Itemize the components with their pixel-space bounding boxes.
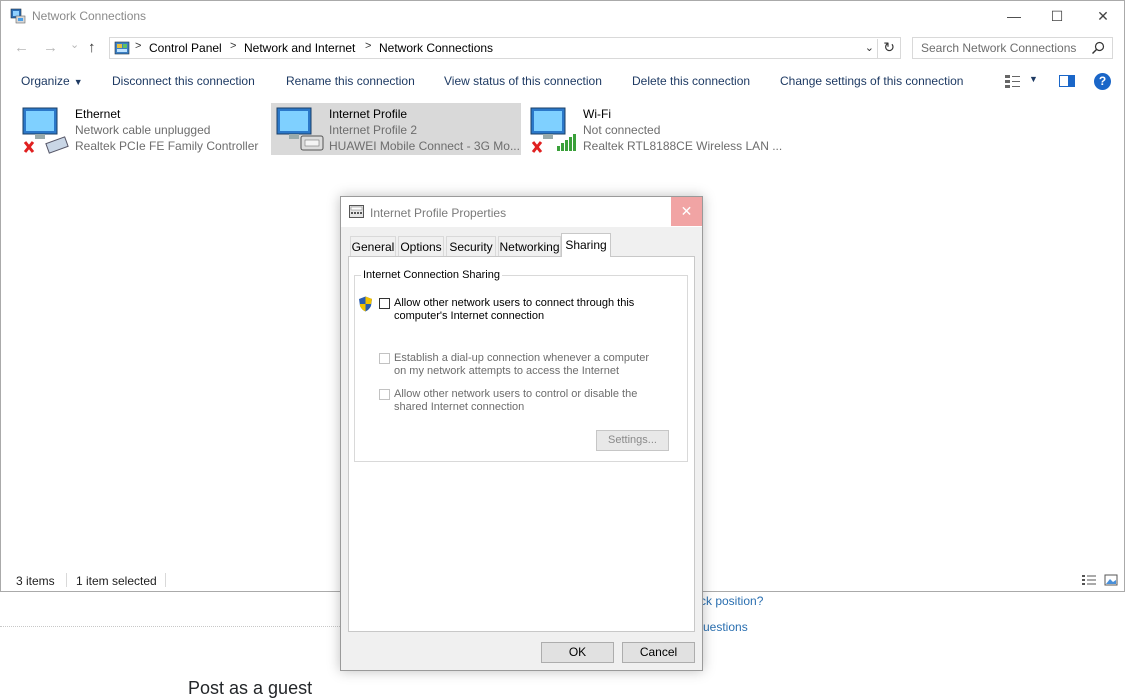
status-divider xyxy=(165,573,166,587)
address-bar[interactable]: > Control Panel > Network and Internet >… xyxy=(109,37,901,59)
dialup-checkbox[interactable] xyxy=(379,353,390,364)
connection-name: Ethernet xyxy=(75,107,121,121)
view-status-button[interactable]: View status of this connection xyxy=(444,74,602,88)
allow-control-checkbox[interactable] xyxy=(379,389,390,400)
help-icon[interactable]: ? xyxy=(1094,73,1111,90)
close-button[interactable]: ✕ xyxy=(1080,1,1126,32)
dialog-close-button[interactable]: ✕ xyxy=(671,197,702,226)
selection-count: 1 item selected xyxy=(76,574,157,588)
organize-button[interactable]: Organize ▼ xyxy=(21,74,83,88)
dialup-label: Establish a dial-up connection whenever … xyxy=(394,352,649,377)
properties-dialog: Internet Profile Properties ✕ General Op… xyxy=(340,196,703,671)
tab-security[interactable]: Security xyxy=(446,236,496,256)
connection-ethernet[interactable]: Ethernet Network cable unplugged Realtek… xyxy=(17,103,259,155)
navigation-bar: ← → ⌄ ↑ > Control Panel > Network and In… xyxy=(1,35,1124,61)
uac-shield-icon xyxy=(359,296,372,312)
connection-wifi[interactable]: Wi-Fi Not connected Realtek RTL8188CE Wi… xyxy=(525,103,782,155)
delete-button[interactable]: Delete this connection xyxy=(632,74,750,88)
breadcrumb-network-and-internet[interactable]: Network and Internet xyxy=(244,41,355,55)
background-link-questions[interactable]: uestions xyxy=(703,620,748,634)
breadcrumb-control-panel[interactable]: Control Panel xyxy=(149,41,222,55)
background-heading: Post as a guest xyxy=(188,678,313,698)
minimize-button[interactable]: — xyxy=(991,1,1037,32)
large-icons-view-icon[interactable] xyxy=(1104,574,1118,586)
recent-locations-icon[interactable]: ⌄ xyxy=(70,38,79,51)
rename-button[interactable]: Rename this connection xyxy=(286,74,415,88)
back-arrow-icon[interactable]: ← xyxy=(14,39,29,56)
connection-device: Realtek RTL8188CE Wireless LAN ... xyxy=(583,139,783,153)
allow-control-label: Allow other network users to control or … xyxy=(394,388,638,413)
breadcrumb-separator[interactable]: > xyxy=(230,40,236,52)
title-bar: Network Connections — ☐ ✕ xyxy=(1,1,1124,32)
connection-status: Internet Profile 2 xyxy=(329,123,418,137)
preview-pane-icon[interactable] xyxy=(1058,73,1076,89)
search-icon[interactable] xyxy=(1091,41,1105,55)
breadcrumb-network-connections[interactable]: Network Connections xyxy=(379,41,493,55)
allow-sharing-checkbox[interactable] xyxy=(379,298,390,309)
view-options-icon[interactable] xyxy=(1004,73,1022,89)
allow-sharing-label: Allow other network users to connect thr… xyxy=(394,297,635,322)
modem-icon xyxy=(349,205,364,218)
sharing-panel: Internet Connection Sharing Allow other … xyxy=(348,256,695,632)
window-title: Network Connections xyxy=(32,9,147,23)
ok-button[interactable]: OK xyxy=(541,642,614,663)
maximize-button[interactable]: ☐ xyxy=(1034,1,1080,32)
dialog-title-bar: Internet Profile Properties ✕ xyxy=(341,197,702,227)
caret-down-icon: ▼ xyxy=(73,77,83,87)
forward-arrow-icon[interactable]: → xyxy=(43,39,58,56)
breadcrumb-separator: > xyxy=(135,40,142,52)
organize-label: Organize xyxy=(21,74,70,88)
connection-name: Wi-Fi xyxy=(583,107,611,121)
items-count: 3 items xyxy=(16,574,55,588)
settings-button[interactable]: Settings... xyxy=(596,430,669,451)
connection-status: Not connected xyxy=(583,123,661,137)
control-panel-icon xyxy=(114,41,130,55)
search-input[interactable]: Search Network Connections xyxy=(921,41,1076,55)
network-connections-icon xyxy=(10,8,26,24)
connection-internet-profile[interactable]: Internet Profile Internet Profile 2 HUAW… xyxy=(271,103,521,155)
details-view-icon[interactable] xyxy=(1081,574,1097,586)
tab-options[interactable]: Options xyxy=(398,236,444,256)
command-bar: Organize ▼ Disconnect this connection Ren… xyxy=(1,67,1124,97)
breadcrumb-separator[interactable]: > xyxy=(365,40,371,52)
up-arrow-icon[interactable]: ↑ xyxy=(88,39,96,56)
connection-device: HUAWEI Mobile Connect - 3G Mo... xyxy=(329,139,520,153)
cancel-button[interactable]: Cancel xyxy=(622,642,695,663)
tab-networking[interactable]: Networking xyxy=(498,236,561,256)
connection-name: Internet Profile xyxy=(329,107,408,121)
change-settings-button[interactable]: Change settings of this connection xyxy=(780,74,963,88)
background-divider xyxy=(0,626,340,627)
ics-group-label: Internet Connection Sharing xyxy=(361,269,502,281)
view-dropdown-icon[interactable]: ▼ xyxy=(1029,74,1038,84)
dialog-title: Internet Profile Properties xyxy=(370,206,507,220)
disconnect-button[interactable]: Disconnect this connection xyxy=(112,74,255,88)
chevron-down-icon[interactable]: ⌄ xyxy=(865,41,874,54)
dialup-modem-icon xyxy=(276,107,324,151)
tab-sharing[interactable]: Sharing xyxy=(561,233,611,257)
background-link-position[interactable]: ck position? xyxy=(700,594,763,608)
tab-general[interactable]: General xyxy=(350,236,396,256)
search-box[interactable]: Search Network Connections xyxy=(912,37,1113,59)
wifi-adapter-icon xyxy=(530,107,576,153)
refresh-icon[interactable]: ↻ xyxy=(877,39,895,59)
connection-status: Network cable unplugged xyxy=(75,123,211,137)
ethernet-adapter-icon xyxy=(22,107,69,154)
connection-device: Realtek PCIe FE Family Controller xyxy=(75,139,259,153)
status-divider xyxy=(66,573,67,587)
